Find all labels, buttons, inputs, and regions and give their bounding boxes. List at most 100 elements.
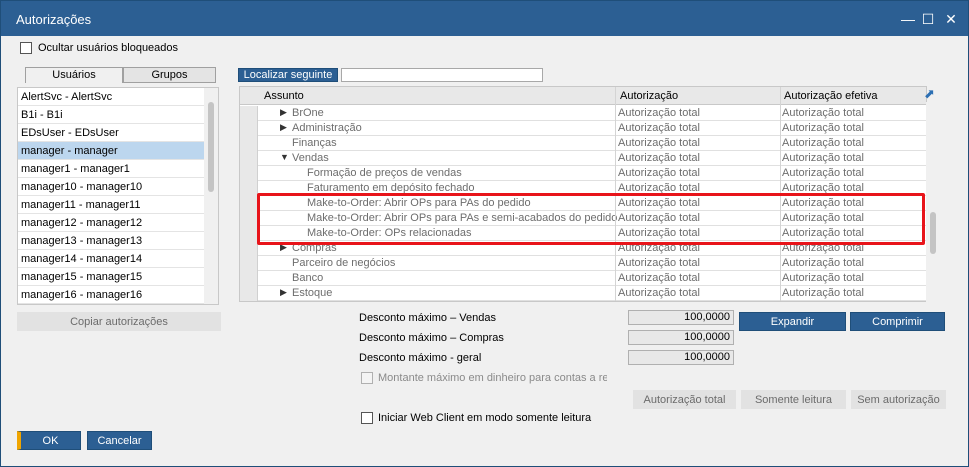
discount-general-label: Desconto máximo - geral bbox=[359, 352, 482, 364]
read-only-button[interactable]: Somente leitura bbox=[741, 390, 846, 409]
close-icon[interactable]: ✕ bbox=[940, 9, 962, 29]
subject-cell: Estoque bbox=[292, 287, 333, 299]
discount-general-field[interactable]: 100,0000 bbox=[628, 350, 734, 365]
find-next-button[interactable]: Localizar seguinte bbox=[238, 68, 338, 82]
highlight-box bbox=[257, 193, 925, 245]
hide-blocked-checkbox[interactable] bbox=[20, 42, 32, 54]
effective-authorization-cell: Autorização total bbox=[782, 107, 864, 119]
grid-row[interactable]: Banco Autorização total Autorização total bbox=[240, 271, 926, 286]
ok-button[interactable]: OK bbox=[17, 431, 81, 450]
row-header[interactable] bbox=[240, 271, 258, 286]
window-content: Ocultar usuários bloqueados Usuários Gru… bbox=[1, 36, 968, 466]
effective-authorization-cell: Autorização total bbox=[782, 272, 864, 284]
authorization-cell[interactable]: Autorização total bbox=[618, 107, 700, 119]
grid-row[interactable]: Finanças Autorização total Autorização tot… bbox=[240, 136, 926, 151]
row-header[interactable] bbox=[240, 196, 258, 211]
grid-row[interactable]: Formação de preços de vendas Autorização … bbox=[240, 166, 926, 181]
full-authorization-button[interactable]: Autorização total bbox=[633, 390, 736, 409]
row-header[interactable] bbox=[240, 256, 258, 271]
authorization-cell[interactable]: Autorização total bbox=[618, 167, 700, 179]
user-list-item[interactable]: B1i - B1i bbox=[18, 106, 205, 124]
expand-view-icon[interactable]: ⬈ bbox=[924, 86, 938, 102]
user-list-item[interactable]: manager10 - manager10 bbox=[18, 178, 205, 196]
authorization-cell[interactable]: Autorização total bbox=[618, 272, 700, 284]
subject-cell: Banco bbox=[292, 272, 324, 284]
expand-arrow-icon[interactable]: ▶ bbox=[280, 122, 287, 133]
row-header[interactable] bbox=[240, 181, 258, 196]
column-authorization[interactable]: Autorização bbox=[620, 90, 678, 102]
subject-cell: BrOne bbox=[292, 107, 324, 119]
user-list-item[interactable]: AlertSvc - AlertSvc bbox=[18, 88, 205, 106]
authorization-cell[interactable]: Autorização total bbox=[618, 137, 700, 149]
row-header[interactable] bbox=[240, 121, 258, 136]
cancel-button[interactable]: Cancelar bbox=[87, 431, 152, 450]
minimize-icon[interactable]: — bbox=[897, 9, 919, 29]
window-title: Autorizações bbox=[16, 12, 92, 27]
user-list-item[interactable]: manager14 - manager14 bbox=[18, 250, 205, 268]
discount-purchases-field[interactable]: 100,0000 bbox=[628, 330, 734, 345]
user-list-item[interactable]: manager13 - manager13 bbox=[18, 232, 205, 250]
subject-cell: Vendas bbox=[292, 152, 329, 164]
grid-header: Assunto Autorização Autorização efetiva bbox=[240, 87, 926, 105]
subject-cell: Formação de preços de vendas bbox=[307, 167, 462, 179]
column-effective-authorization[interactable]: Autorização efetiva bbox=[784, 90, 878, 102]
user-list-scroll-thumb[interactable] bbox=[208, 102, 214, 192]
user-list: AlertSvc - AlertSvc B1i - B1i EDsUser - ED… bbox=[17, 87, 219, 305]
discount-purchases-label: Desconto máximo – Compras bbox=[359, 332, 504, 344]
expand-arrow-icon[interactable]: ▶ bbox=[280, 107, 287, 118]
user-list-scrollbar[interactable] bbox=[204, 88, 218, 304]
user-list-item[interactable]: manager11 - manager11 bbox=[18, 196, 205, 214]
search-input[interactable] bbox=[341, 68, 543, 82]
row-header[interactable] bbox=[240, 136, 258, 151]
user-list-item[interactable]: manager15 - manager15 bbox=[18, 268, 205, 286]
user-list-item[interactable]: manager - manager bbox=[18, 142, 205, 160]
tab-users[interactable]: Usuários bbox=[25, 67, 123, 83]
grid-row[interactable]: ▶ Administração Autorização total Autorizaç… bbox=[240, 121, 926, 136]
webclient-readonly-checkbox[interactable] bbox=[361, 412, 373, 424]
no-authorization-button[interactable]: Sem autorização bbox=[851, 390, 946, 409]
row-header[interactable] bbox=[240, 241, 258, 256]
hide-blocked-label: Ocultar usuários bloqueados bbox=[38, 42, 179, 54]
grid-row[interactable]: ▶ Estoque Autorização total Autorização tot… bbox=[240, 286, 926, 301]
collapse-arrow-icon[interactable]: ▼ bbox=[280, 152, 289, 162]
row-header[interactable] bbox=[240, 211, 258, 226]
subject-cell: Parceiro de negócios bbox=[292, 257, 396, 269]
effective-authorization-cell: Autorização total bbox=[782, 122, 864, 134]
row-header[interactable] bbox=[240, 151, 258, 166]
row-header[interactable] bbox=[240, 106, 258, 121]
grid-row[interactable]: Parceiro de negócios Autorização total Aut… bbox=[240, 256, 926, 271]
grid-scroll-thumb[interactable] bbox=[930, 212, 936, 254]
authorizations-window: Autorizações — ☐ ✕ Ocultar usuários bloq… bbox=[0, 0, 969, 467]
user-list-item[interactable]: manager12 - manager12 bbox=[18, 214, 205, 232]
max-cash-checkbox[interactable] bbox=[361, 372, 373, 384]
effective-authorization-cell: Autorização total bbox=[782, 287, 864, 299]
user-rows: AlertSvc - AlertSvc B1i - B1i EDsUser - ED… bbox=[18, 88, 218, 304]
column-subject[interactable]: Assunto bbox=[264, 90, 304, 102]
webclient-readonly-label: Iniciar Web Client em modo somente leitu… bbox=[378, 412, 592, 424]
discount-sales-field[interactable]: 100,0000 bbox=[628, 310, 734, 325]
grid-scrollbar[interactable] bbox=[926, 102, 940, 302]
maximize-icon[interactable]: ☐ bbox=[917, 9, 939, 29]
effective-authorization-cell: Autorização total bbox=[782, 167, 864, 179]
user-list-item[interactable]: manager16 - manager16 bbox=[18, 286, 205, 304]
grid-row[interactable]: ▼ Vendas Autorização total Autorização tota… bbox=[240, 151, 926, 166]
tab-groups[interactable]: Grupos bbox=[123, 67, 216, 83]
row-header[interactable] bbox=[240, 286, 258, 301]
collapse-button[interactable]: Comprimir bbox=[850, 312, 945, 331]
grid-row[interactable]: ▶ BrOne Autorização total Autorização total bbox=[240, 106, 926, 121]
max-cash-label: Montante máximo em dinheiro para contas … bbox=[378, 372, 607, 384]
expand-button[interactable]: Expandir bbox=[739, 312, 846, 331]
title-bar: Autorizações — ☐ ✕ bbox=[1, 1, 968, 36]
authorization-cell[interactable]: Autorização total bbox=[618, 287, 700, 299]
user-list-item[interactable]: manager1 - manager1 bbox=[18, 160, 205, 178]
effective-authorization-cell: Autorização total bbox=[782, 152, 864, 164]
authorization-cell[interactable]: Autorização total bbox=[618, 122, 700, 134]
row-header[interactable] bbox=[240, 226, 258, 241]
row-header[interactable] bbox=[240, 166, 258, 181]
discount-sales-label: Desconto máximo – Vendas bbox=[359, 312, 496, 324]
user-list-item[interactable]: EDsUser - EDsUser bbox=[18, 124, 205, 142]
copy-authorizations-button[interactable]: Copiar autorizações bbox=[17, 312, 221, 331]
authorization-cell[interactable]: Autorização total bbox=[618, 152, 700, 164]
authorization-cell[interactable]: Autorização total bbox=[618, 257, 700, 269]
expand-arrow-icon[interactable]: ▶ bbox=[280, 287, 287, 298]
